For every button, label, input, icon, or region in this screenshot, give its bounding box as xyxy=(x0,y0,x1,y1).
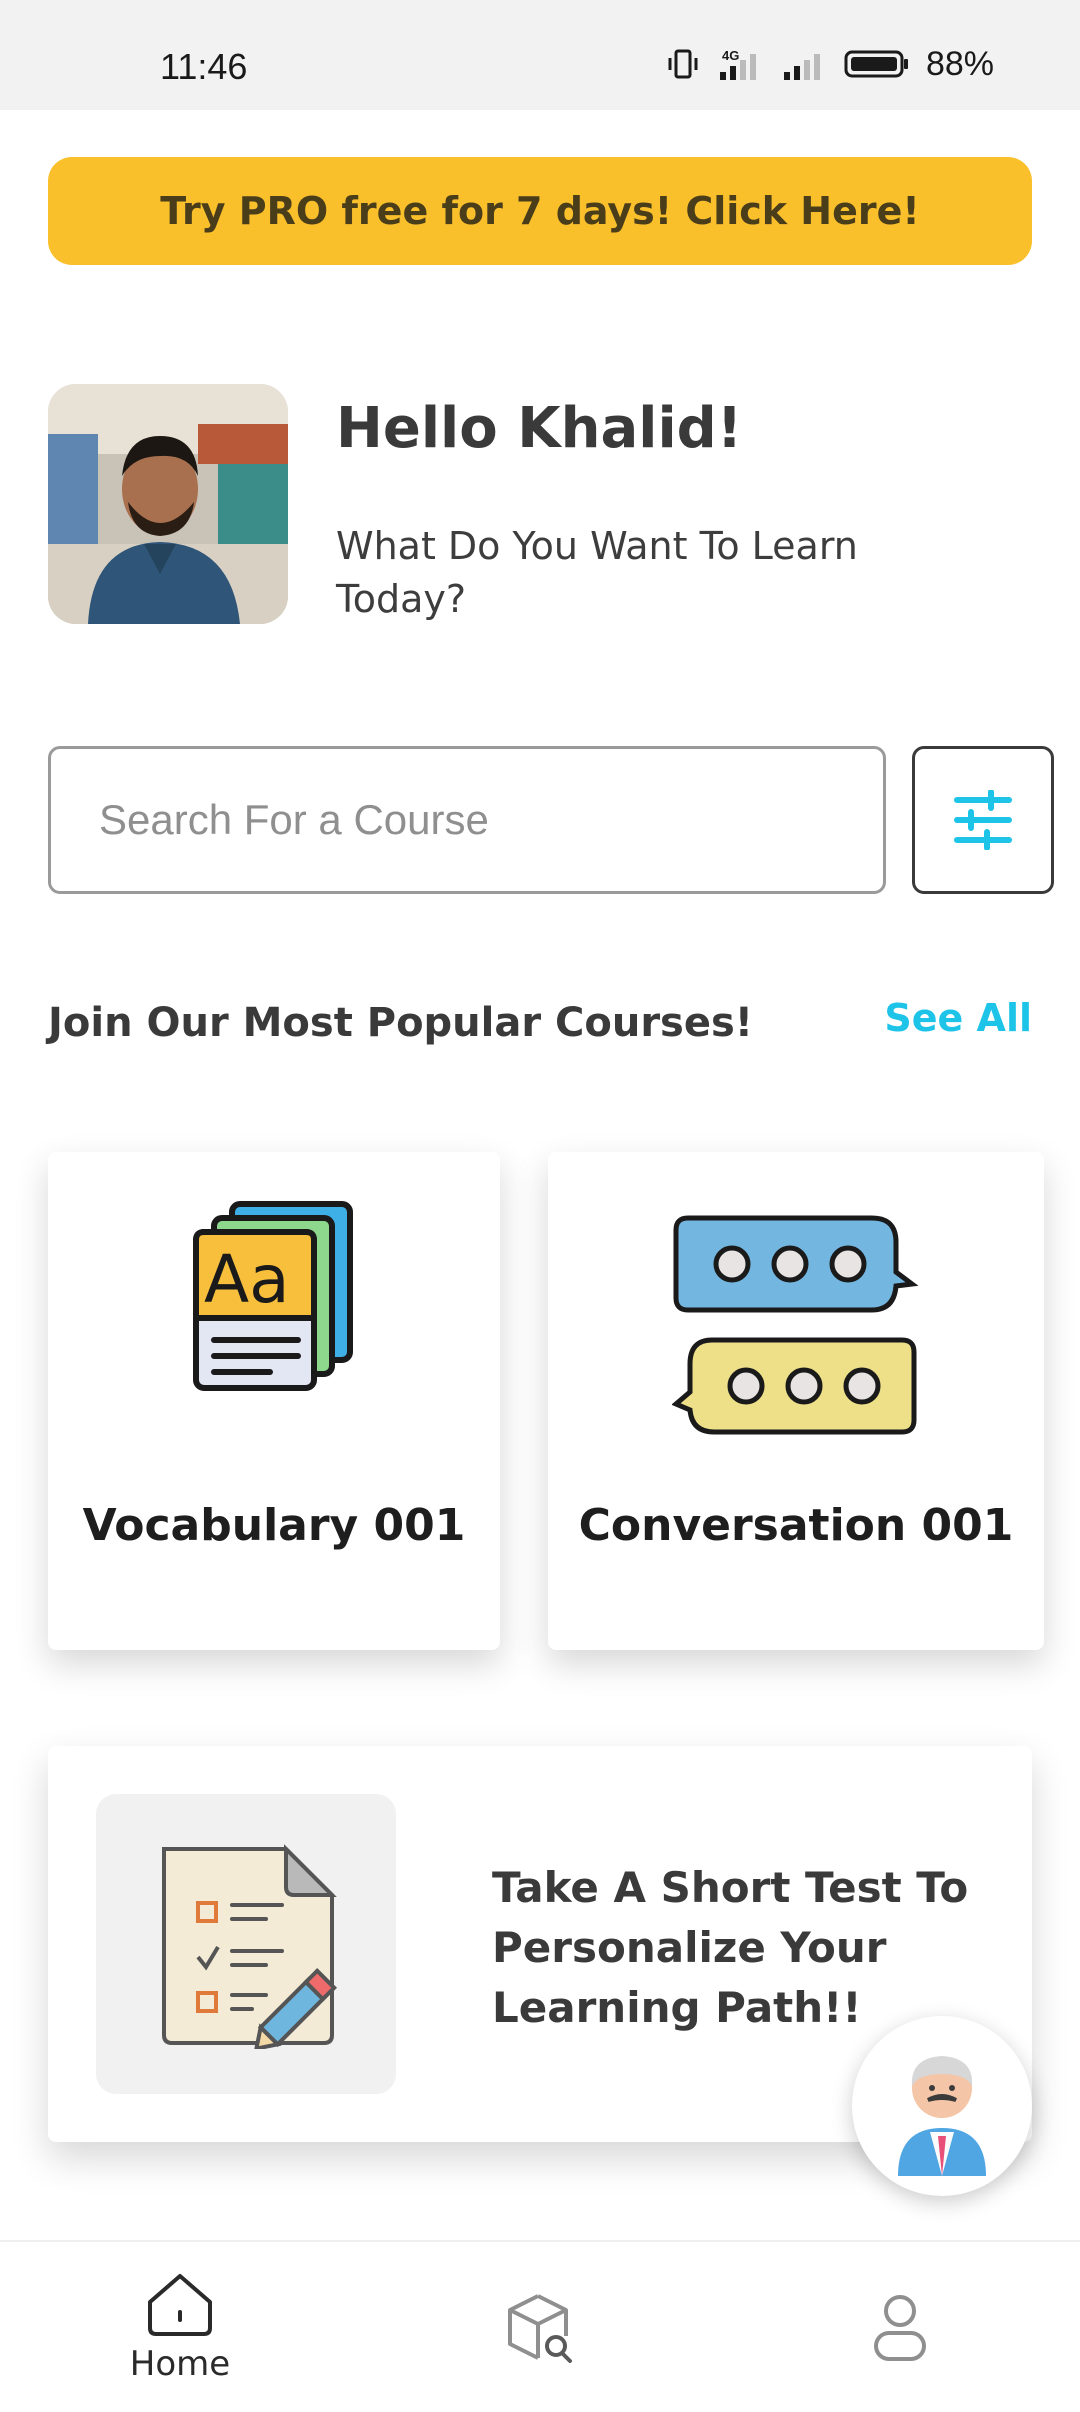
user-icon xyxy=(874,2295,926,2361)
course-label: Conversation 001 xyxy=(578,1500,1014,1551)
box-search-icon xyxy=(508,2294,572,2363)
checklist-document-icon xyxy=(162,1844,338,2049)
nav-explore[interactable] xyxy=(440,2242,640,2412)
tutor-avatar-icon xyxy=(898,2056,986,2176)
vibrate-icon xyxy=(668,49,698,79)
test-icon-box xyxy=(96,1794,396,2094)
course-card-conversation[interactable]: Conversation 001 xyxy=(548,1152,1044,1650)
avatar[interactable] xyxy=(48,384,288,624)
nav-home-label: Home xyxy=(129,2344,231,2384)
filter-button[interactable] xyxy=(912,746,1054,894)
home-icon xyxy=(148,2274,212,2336)
status-bar: 11:46 4G 88% xyxy=(0,0,1080,110)
svg-text:Aa: Aa xyxy=(204,1241,290,1318)
greeting-subtitle: What Do You Want To Learn Today? xyxy=(336,524,858,621)
see-all-link[interactable]: See All xyxy=(884,996,1032,1040)
status-icons: 4G 88% xyxy=(666,44,994,84)
book-icon: Aa xyxy=(193,1201,353,1391)
nav-home[interactable]: Home xyxy=(80,2242,280,2412)
section-title: Join Our Most Popular Courses! xyxy=(48,1000,754,1046)
nav-profile[interactable] xyxy=(800,2242,1000,2412)
signal-4g-icon: 4G xyxy=(719,48,756,80)
svg-text:4G: 4G xyxy=(722,48,739,63)
assistant-fab[interactable] xyxy=(852,2016,1032,2196)
chat-bubbles-icon xyxy=(672,1215,919,1435)
bottom-nav: Home xyxy=(0,2240,1080,2412)
course-label: Vocabulary 001 xyxy=(82,1500,466,1551)
sliders-icon xyxy=(954,790,1012,850)
battery-icon xyxy=(844,50,908,78)
pro-trial-banner[interactable]: Try PRO free for 7 days! Click Here! xyxy=(48,157,1032,265)
search-input[interactable]: Search For a Course xyxy=(48,746,886,894)
status-time: 11:46 xyxy=(160,46,248,87)
signal-icon xyxy=(783,54,820,80)
short-test-text: Take A Short Test To Personalize Your Le… xyxy=(492,1863,969,2032)
battery-percent: 88% xyxy=(925,44,994,83)
greeting-title: Hello Khalid! xyxy=(336,396,743,461)
course-card-vocabulary[interactable]: Aa Vocabulary 001 xyxy=(48,1152,500,1650)
